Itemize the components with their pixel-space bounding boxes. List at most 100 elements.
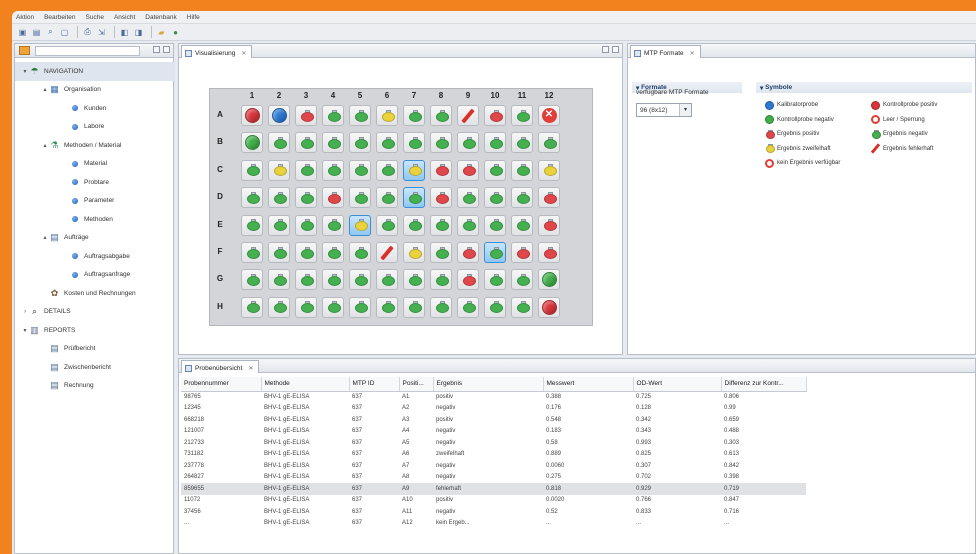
column-header-messwert[interactable]: Messwert	[543, 377, 634, 392]
well-f10[interactable]	[484, 242, 506, 263]
well-a7[interactable]	[403, 105, 425, 126]
well-e12[interactable]	[538, 214, 560, 236]
tree-item-auftr-ge[interactable]: ▴ ▤ Aufträge	[15, 229, 175, 248]
well-d8[interactable]	[430, 187, 452, 209]
well-a11[interactable]	[511, 105, 533, 126]
symbole-section-header[interactable]: ▾ Symbole	[756, 82, 972, 93]
well-h9[interactable]	[457, 296, 479, 318]
well-d6[interactable]	[376, 187, 398, 209]
well-a5[interactable]	[349, 105, 371, 126]
well-e5[interactable]	[349, 214, 371, 236]
save-all-icon[interactable]: ▤	[31, 27, 42, 38]
tree-item-methoden-material[interactable]: ▴ ⚗ Methoden / Material	[15, 136, 175, 155]
well-g5[interactable]	[349, 269, 371, 291]
well-c3[interactable]	[295, 159, 317, 181]
save-icon[interactable]: ▣	[17, 27, 28, 38]
well-d4[interactable]	[322, 187, 344, 209]
table-row[interactable]: 12345 BHV-1 gE-ELISA 637 A2 negativ 0.176 0.12…	[181, 403, 806, 415]
well-h2[interactable]	[268, 296, 290, 318]
print-icon[interactable]: ⎙	[82, 27, 93, 38]
well-d7[interactable]	[403, 187, 425, 209]
well-f6[interactable]	[376, 242, 398, 263]
tree-item-parameter[interactable]: Parameter	[15, 192, 175, 211]
table-row[interactable]: ... BHV-1 gE-ELISA 637 A12 kein Ergeb.......…	[181, 518, 806, 530]
well-b7[interactable]	[403, 132, 425, 154]
well-d2[interactable]	[268, 187, 290, 209]
close-icon[interactable]: ✕	[248, 365, 253, 372]
well-e6[interactable]	[376, 214, 398, 236]
well-c11[interactable]	[511, 159, 533, 181]
column-header-probennummer[interactable]: Probennummer	[181, 377, 262, 392]
tree-arrow-icon[interactable]: ▾	[21, 68, 29, 75]
well-f3[interactable]	[295, 242, 317, 263]
well-e10[interactable]	[484, 214, 506, 236]
well-h5[interactable]	[349, 296, 371, 318]
menu-suche[interactable]: Suche	[86, 14, 104, 21]
well-c8[interactable]	[430, 159, 452, 181]
well-c6[interactable]	[376, 159, 398, 181]
well-a8[interactable]	[430, 105, 452, 126]
well-d11[interactable]	[511, 187, 533, 209]
well-e3[interactable]	[295, 214, 317, 236]
table-row[interactable]: 212733 BHV-1 gE-ELISA 637 A5 negativ 0.58 0.99…	[181, 437, 806, 449]
search-icon[interactable]: ⌕	[45, 27, 56, 38]
well-a2[interactable]	[268, 105, 290, 126]
well-c4[interactable]	[322, 159, 344, 181]
well-c9[interactable]	[457, 159, 479, 181]
close-icon[interactable]: ✕	[690, 50, 695, 57]
well-d1[interactable]	[241, 187, 263, 209]
close-icon[interactable]: ✕	[241, 50, 246, 57]
well-h12[interactable]	[538, 296, 560, 318]
tree-arrow-icon[interactable]: ▴	[41, 86, 49, 93]
well-f5[interactable]	[349, 242, 371, 263]
well-d9[interactable]	[457, 187, 479, 209]
well-c10[interactable]	[484, 159, 506, 181]
table-row[interactable]: 731182 BHV-1 gE-ELISA 637 A6 zweifelhaft 0.88…	[181, 449, 806, 461]
menu-datenbank[interactable]: Datenbank	[145, 14, 176, 21]
well-a4[interactable]	[322, 105, 344, 126]
well-g2[interactable]	[268, 269, 290, 291]
well-g9[interactable]	[457, 269, 479, 291]
minimize-icon[interactable]	[602, 46, 609, 53]
well-c7[interactable]	[403, 159, 425, 181]
well-g1[interactable]	[241, 269, 263, 291]
menu-bearbeiten[interactable]: Bearbeiten	[44, 14, 75, 21]
well-b5[interactable]	[349, 132, 371, 154]
tree-item-kunden[interactable]: Kunden	[15, 99, 175, 118]
well-e7[interactable]	[403, 214, 425, 236]
well-f2[interactable]	[268, 242, 290, 263]
well-g3[interactable]	[295, 269, 317, 291]
tree-item-kosten-und-rechnungen[interactable]: ✿ Kosten und Rechnungen	[15, 284, 175, 303]
well-b11[interactable]	[511, 132, 533, 154]
well-d10[interactable]	[484, 187, 506, 209]
well-g8[interactable]	[430, 269, 452, 291]
tree-arrow-icon[interactable]: ▾	[21, 327, 29, 334]
well-g7[interactable]	[403, 269, 425, 291]
well-d3[interactable]	[295, 187, 317, 209]
tree-arrow-icon[interactable]: ▴	[41, 234, 49, 241]
table-row[interactable]: 237778 BHV-1 gE-ELISA 637 A7 negativ 0.0060 0.…	[181, 460, 806, 472]
well-e2[interactable]	[268, 214, 290, 236]
well-h7[interactable]	[403, 296, 425, 318]
tree-item-auftragsanfrage[interactable]: Auftragsanfrage	[15, 266, 175, 285]
well-f8[interactable]	[430, 242, 452, 263]
minimize-icon[interactable]	[153, 46, 160, 53]
well-c2[interactable]	[268, 159, 290, 181]
format-select[interactable]: 96 (8x12) ▾	[636, 103, 692, 117]
well-e9[interactable]	[457, 214, 479, 236]
well-f1[interactable]	[241, 242, 263, 263]
well-g6[interactable]	[376, 269, 398, 291]
tree-arrow-icon[interactable]: ▴	[41, 142, 49, 149]
tree-item-rechnung[interactable]: ▤ Rechnung	[15, 377, 175, 396]
well-h4[interactable]	[322, 296, 344, 318]
tree-item-zwischenbericht[interactable]: ▤ Zwischenbericht	[15, 358, 175, 377]
column-header-ergebnis[interactable]: Ergebnis	[433, 377, 544, 392]
column-header-positi[interactable]: Positi...	[399, 377, 434, 392]
well-b3[interactable]	[295, 132, 317, 154]
well-a12[interactable]: ✕	[538, 105, 560, 126]
forward-icon[interactable]: ◨	[133, 27, 144, 38]
well-a1[interactable]	[241, 105, 263, 126]
globe-icon[interactable]: ●	[170, 27, 181, 38]
export-icon[interactable]: ⇲	[96, 27, 107, 38]
menu-ansicht[interactable]: Ansicht	[114, 14, 135, 21]
